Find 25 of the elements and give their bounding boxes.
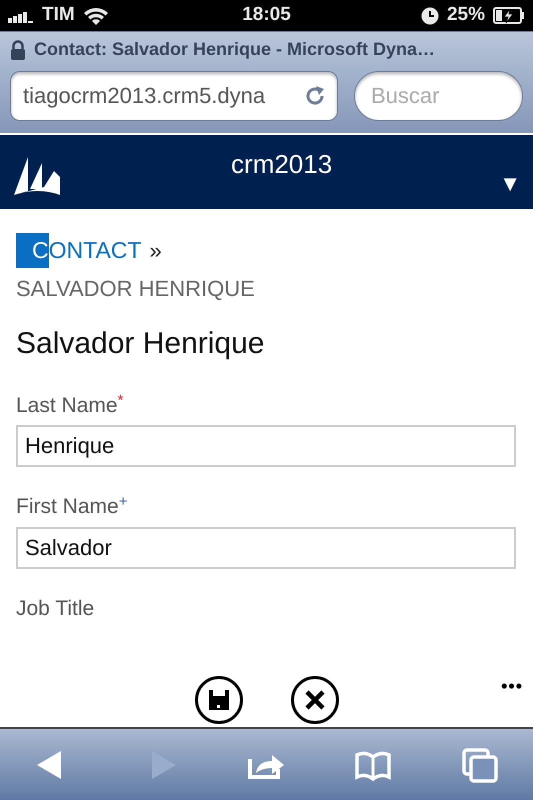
field-label: Last Name <box>16 394 118 416</box>
breadcrumb-separator: » <box>149 236 162 265</box>
app-title: crm2013 <box>231 148 332 178</box>
address-field[interactable]: tiagocrm2013.crm5.dyna <box>10 71 338 121</box>
page-title: Contact: Salvador Henrique - Microsoft Dyna… <box>34 38 436 61</box>
search-field[interactable]: Buscar <box>354 71 523 121</box>
carrier-name: TIM <box>42 3 75 28</box>
record-subtitle: SALVADOR HENRIQUE <box>16 274 256 302</box>
text-field[interactable]: Henrique <box>16 425 516 467</box>
breadcrumb-link[interactable]: CONTACT <box>16 233 142 268</box>
clock-time: 18:05 <box>242 4 291 26</box>
reload-icon[interactable] <box>304 85 326 107</box>
alarm-icon <box>420 6 439 24</box>
text-field[interactable]: Salvador <box>16 526 516 568</box>
required-marker: * <box>118 392 124 408</box>
save-button[interactable] <box>194 676 242 724</box>
record-title: Salvador Henrique <box>16 326 266 362</box>
menu-caret[interactable]: ▼ <box>499 166 521 200</box>
recommended-marker: + <box>118 493 128 510</box>
field-label: First Name <box>16 495 119 518</box>
field-label: Job Title <box>16 596 94 620</box>
wifi-icon <box>82 6 109 26</box>
close-button[interactable] <box>290 676 338 724</box>
battery-percent: 25% <box>446 3 485 28</box>
more-button[interactable]: ••• <box>501 673 523 700</box>
